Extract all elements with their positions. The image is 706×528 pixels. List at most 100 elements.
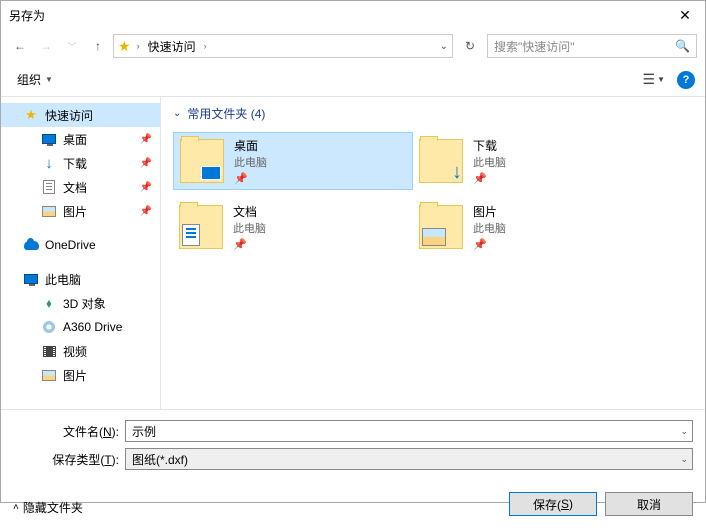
cube-icon: ⬧ <box>41 295 57 311</box>
sidebar-item-label: 3D 对象 <box>63 295 106 312</box>
up-button[interactable]: ↑ <box>87 35 109 57</box>
film-icon <box>41 343 57 359</box>
chevron-right-icon: › <box>137 41 140 51</box>
sidebar-item[interactable]: 视频 <box>1 339 160 363</box>
chevron-down-icon[interactable]: ⌄ <box>680 426 688 437</box>
document-icon <box>41 179 57 195</box>
sidebar-item[interactable]: OneDrive <box>1 233 160 257</box>
filetype-label: 保存类型(T): <box>13 451 125 468</box>
sidebar-item[interactable]: A360 Drive <box>1 315 160 339</box>
tile-sub: 此电脑 <box>473 220 506 236</box>
window-title: 另存为 <box>9 7 45 24</box>
tiles-container: 桌面此电脑📌↓下载此电脑📌文档此电脑📌图片此电脑📌 <box>173 132 693 264</box>
star-icon: ★ <box>23 107 39 123</box>
hide-folders-button[interactable]: ˄ 隐藏文件夹 <box>13 499 83 516</box>
desktop-icon <box>201 166 221 180</box>
save-button[interactable]: 保存(S) <box>509 492 597 516</box>
back-button[interactable]: ← <box>9 35 31 57</box>
tile-meta: 图片此电脑 📌 <box>473 203 506 251</box>
tile-sub: 此电脑 <box>233 220 266 236</box>
titlebar: 另存为 ✕ <box>1 1 705 29</box>
toolbar: 组织 ▼ ☰ ▼ ? <box>1 63 705 97</box>
pin-icon: 📌 <box>140 158 152 169</box>
sidebar-item-label: 桌面 <box>63 131 87 148</box>
search-placeholder: 搜索"快速访问" <box>494 38 575 55</box>
forward-button[interactable]: → <box>35 35 57 57</box>
pin-icon: 📌 <box>233 238 266 251</box>
section-title: 常用文件夹 (4) <box>187 105 265 122</box>
chevron-down-icon: ▼ <box>657 75 665 84</box>
close-button[interactable]: ✕ <box>665 1 705 29</box>
folder-tile[interactable]: ↓ 下载此电脑 📌 <box>413 132 653 190</box>
chevron-down-icon[interactable]: ⌄ <box>680 454 688 465</box>
tile-name: 图片 <box>473 203 506 220</box>
document-icon <box>182 224 200 246</box>
tile-meta: 文档此电脑 📌 <box>233 203 266 251</box>
sidebar-item-label: OneDrive <box>45 238 96 252</box>
sidebar-item-label: 图片 <box>63 203 87 220</box>
download-icon: ↓ <box>41 155 57 171</box>
sidebar-item[interactable]: 此电脑 <box>1 267 160 291</box>
sidebar-item-label: 下载 <box>63 155 87 172</box>
filename-value: 示例 <box>132 423 156 440</box>
crumb-dropdown-icon[interactable]: ⌄ <box>440 41 448 52</box>
breadcrumb[interactable]: ★ › 快速访问 › ⌄ <box>113 34 453 58</box>
tile-name: 桌面 <box>234 137 267 154</box>
disk-icon <box>41 319 57 335</box>
chevron-down-icon: ▼ <box>45 75 53 84</box>
breadcrumb-segment[interactable]: 快速访问 <box>146 38 198 55</box>
tile-sub: 此电脑 <box>473 154 506 170</box>
filetype-value: 图纸(*.dxf) <box>132 451 188 468</box>
folder-icon: ↓ <box>419 139 463 183</box>
folder-tile[interactable]: 图片此电脑 📌 <box>413 198 653 256</box>
pin-icon: 📌 <box>473 238 506 251</box>
folder-icon <box>179 205 223 249</box>
picture-icon <box>41 203 57 219</box>
sidebar-item[interactable]: 文档📌 <box>1 175 160 199</box>
sidebar-item-label: 此电脑 <box>45 271 81 288</box>
tile-sub: 此电脑 <box>234 154 267 170</box>
search-icon: 🔍 <box>675 39 690 53</box>
organize-label: 组织 <box>17 71 41 88</box>
folder-icon <box>180 139 224 183</box>
help-button[interactable]: ? <box>677 71 695 89</box>
view-icon: ☰ <box>643 71 656 88</box>
sidebar: ★快速访问桌面📌 ↓ 下载 📌 文档📌 图片 📌 OneDrive 此电脑 ⬧ 3D 对象 A360 … <box>1 97 161 409</box>
folder-tile[interactable]: 文档此电脑 📌 <box>173 198 413 256</box>
main-pane: ⌄ 常用文件夹 (4) 桌面此电脑📌↓下载此电脑📌文档此电脑📌图片此电脑📌 <box>161 97 705 409</box>
sidebar-item-label: 图片 <box>63 367 87 384</box>
nav-row: ← → ﹀ ↑ ★ › 快速访问 › ⌄ ↻ 搜索"快速访问" 🔍 <box>1 29 705 63</box>
sidebar-item[interactable]: 桌面📌 <box>1 127 160 151</box>
search-input[interactable]: 搜索"快速访问" 🔍 <box>487 34 697 58</box>
pin-icon: 📌 <box>234 172 267 185</box>
hide-folders-label: 隐藏文件夹 <box>23 499 83 516</box>
sidebar-item[interactable]: ★快速访问 <box>1 103 160 127</box>
recent-dropdown[interactable]: ﹀ <box>61 35 83 57</box>
sidebar-item[interactable]: ⬧ 3D 对象 <box>1 291 160 315</box>
sidebar-item[interactable]: ↓ 下载 📌 <box>1 151 160 175</box>
monitor-icon <box>23 271 39 287</box>
chevron-right-icon: › <box>204 41 207 51</box>
view-button[interactable]: ☰ ▼ <box>643 71 665 88</box>
download-icon: ↓ <box>452 161 462 184</box>
refresh-button[interactable]: ↻ <box>457 34 483 58</box>
action-row: ˄ 隐藏文件夹 保存(S) 取消 <box>1 484 705 528</box>
sidebar-item[interactable]: 图片 📌 <box>1 199 160 223</box>
folder-tile[interactable]: 桌面此电脑 📌 <box>173 132 413 190</box>
pin-icon: 📌 <box>140 206 152 217</box>
organize-button[interactable]: 组织 ▼ <box>11 69 59 90</box>
sidebar-item-label: 视频 <box>63 343 87 360</box>
sidebar-item[interactable]: 图片 <box>1 363 160 387</box>
picture-icon <box>422 228 446 246</box>
filetype-select[interactable]: 图纸(*.dxf) ⌄ <box>125 448 693 470</box>
section-header[interactable]: ⌄ 常用文件夹 (4) <box>173 105 693 122</box>
form-area: 文件名(N): 示例 ⌄ 保存类型(T): 图纸(*.dxf) ⌄ <box>1 409 705 484</box>
tile-name: 下载 <box>473 137 506 154</box>
filename-input[interactable]: 示例 ⌄ <box>125 420 693 442</box>
onedrive-icon <box>23 237 39 253</box>
tile-name: 文档 <box>233 203 266 220</box>
cancel-button[interactable]: 取消 <box>605 492 693 516</box>
sidebar-item-label: A360 Drive <box>63 320 122 334</box>
pin-icon: 📌 <box>473 172 506 185</box>
folder-icon <box>419 205 463 249</box>
